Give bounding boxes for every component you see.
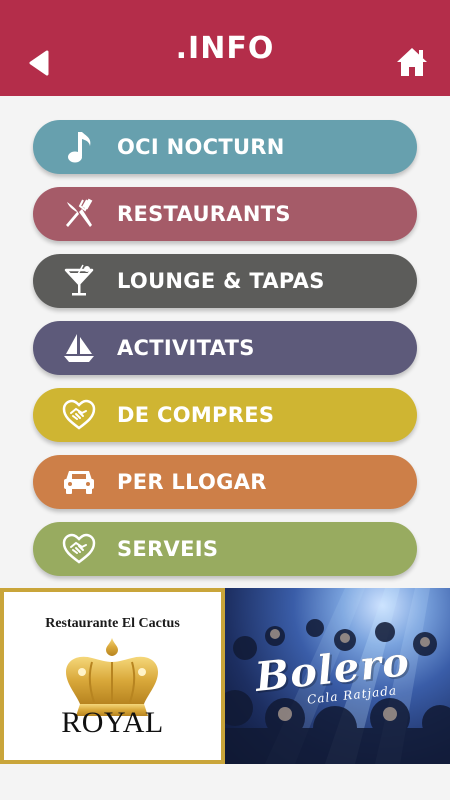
menu-item-label: OCI NOCTURN (117, 135, 285, 159)
handshake-heart-icon (33, 388, 117, 442)
car-icon (33, 455, 117, 509)
menu-item-activitats[interactable]: ACTIVITATS (33, 321, 417, 375)
fork-knife-icon (33, 187, 117, 241)
banner-restaurant-name: Restaurante El Cactus (45, 616, 180, 631)
handshake-heart-icon (33, 522, 117, 576)
royal-banner[interactable]: Restaurante El Cactus ROYAL (0, 588, 225, 764)
menu-item-label: PER LLOGAR (117, 470, 267, 494)
page-title: .INFO (175, 30, 275, 66)
banner-royal-title: ROYAL (61, 706, 164, 739)
menu-item-serveis[interactable]: SERVEIS (33, 522, 417, 576)
menu-item-restaurants[interactable]: RESTAURANTS (33, 187, 417, 241)
menu-item-label: ACTIVITATS (117, 336, 255, 360)
ad-banners: Restaurante El Cactus ROYAL Bolero Cala … (0, 588, 450, 764)
back-button[interactable] (24, 46, 54, 80)
info-menu: OCI NOCTURN RESTAURANTS LOUNGE & TAPAS A… (33, 120, 417, 589)
menu-item-oci-nocturn[interactable]: OCI NOCTURN (33, 120, 417, 174)
app-header: .INFO (0, 0, 450, 96)
menu-item-lounge-tapas[interactable]: LOUNGE & TAPAS (33, 254, 417, 308)
menu-item-label: DE COMPRES (117, 403, 275, 427)
menu-item-label: LOUNGE & TAPAS (117, 269, 325, 293)
menu-item-label: SERVEIS (117, 537, 219, 561)
cocktail-glass-icon (33, 254, 117, 308)
music-note-icon (33, 120, 117, 174)
menu-item-de-compres[interactable]: DE COMPRES (33, 388, 417, 442)
menu-item-per-llogar[interactable]: PER LLOGAR (33, 455, 417, 509)
sailboat-icon (33, 321, 117, 375)
home-icon (397, 48, 427, 76)
home-button[interactable] (394, 44, 430, 80)
bolero-banner[interactable]: Bolero Cala Ratjada (225, 588, 450, 764)
menu-item-label: RESTAURANTS (117, 202, 291, 226)
back-arrow-icon (29, 50, 49, 76)
